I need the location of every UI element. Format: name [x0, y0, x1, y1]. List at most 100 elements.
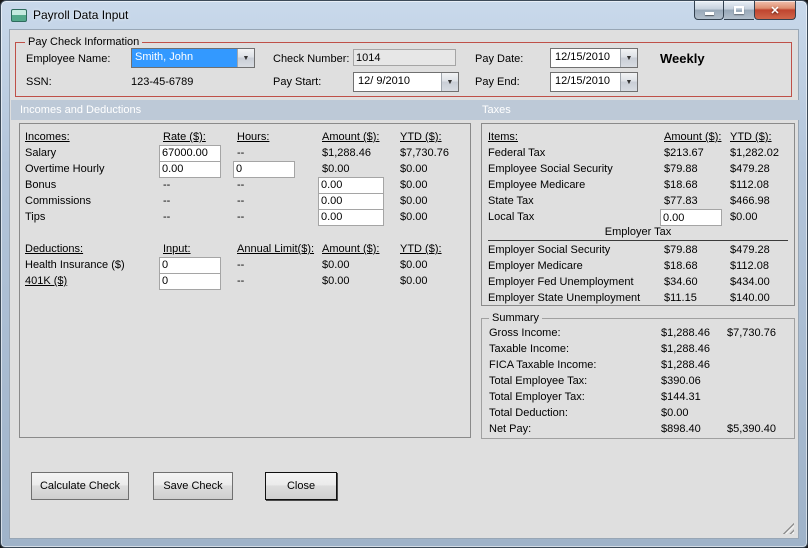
summary-row-label: FICA Taxable Income: — [489, 359, 597, 371]
pay-start-dropdown-button[interactable]: ▼ — [441, 73, 458, 91]
pay-date-picker[interactable]: 12/15/2010 ▼ — [550, 48, 638, 68]
paycheck-info-group-label: Pay Check Information — [25, 36, 143, 48]
bonus-rate: -- — [163, 179, 171, 191]
close-icon: ✕ — [770, 4, 780, 17]
maximize-button[interactable] — [724, 1, 754, 20]
overtime-rate-input[interactable] — [159, 160, 221, 178]
taxable-income-amount: $1,288.46 — [661, 343, 710, 355]
income-row-label: Overtime Hourly — [25, 163, 105, 175]
net-pay-amount: $898.40 — [661, 423, 701, 435]
save-check-button[interactable]: Save Check — [153, 472, 233, 500]
pay-end-value: 12/15/2010 — [555, 75, 611, 87]
tips-amount-input[interactable] — [318, 208, 384, 226]
deduction-row-label: Health Insurance ($) — [25, 259, 125, 271]
tax-row-label: Employee Medicare — [488, 179, 586, 191]
calculate-check-button[interactable]: Calculate Check — [31, 472, 129, 500]
bonus-amount-input[interactable] — [318, 176, 384, 194]
amount-col-header: Amount ($): — [322, 243, 380, 255]
tips-ytd: $0.00 — [400, 211, 428, 223]
employer-state-unemp-ytd: $140.00 — [730, 292, 770, 304]
pay-date-value: 12/15/2010 — [555, 51, 611, 63]
pay-start-picker[interactable]: 12/ 9/2010 ▼ — [353, 72, 459, 92]
income-row-label: Bonus — [25, 179, 57, 191]
tax-row-label: Employer State Unemployment — [488, 292, 641, 304]
overtime-ytd: $0.00 — [400, 163, 428, 175]
commissions-amount-input[interactable] — [318, 192, 384, 210]
tax-row-label: Employer Medicare — [488, 260, 583, 272]
summary-row-label: Total Employee Tax: — [489, 375, 588, 387]
salary-ytd: $7,730.76 — [400, 147, 449, 159]
overtime-amount: $0.00 — [322, 163, 350, 175]
ytd-col-header: YTD ($): — [400, 243, 442, 255]
incomes-col-header: Incomes: — [25, 131, 70, 143]
health-insurance-amount: $0.00 — [322, 259, 350, 271]
pay-frequency-badge: Weekly — [660, 51, 705, 66]
minimize-button[interactable] — [694, 1, 724, 20]
summary-row-label: Total Employer Tax: — [489, 391, 585, 403]
fica-taxable-ytd — [727, 357, 794, 373]
employee-name-dropdown-button[interactable]: ▼ — [237, 49, 254, 67]
pay-end-dropdown-button[interactable]: ▼ — [620, 73, 637, 91]
deductions-table: Deductions: Input: Annual Limit($): Amou… — [25, 241, 470, 290]
employer-medicare-ytd: $112.08 — [730, 260, 769, 272]
amount-col-header: Amount ($): — [664, 131, 722, 143]
state-tax-amount: $77.83 — [664, 195, 698, 207]
health-insurance-input[interactable] — [159, 256, 221, 274]
employer-ss-ytd: $479.28 — [730, 244, 770, 256]
title-bar[interactable]: Payroll Data Input ✕ — [1, 1, 807, 29]
salary-rate-input[interactable] — [159, 144, 221, 162]
employer-tax-divider: Employer Tax — [488, 226, 788, 241]
pay-date-dropdown-button[interactable]: ▼ — [620, 49, 637, 67]
total-deduction-ytd — [727, 405, 794, 421]
annual-limit-col-header: Annual Limit($): — [237, 243, 315, 255]
incomes-deductions-panel: Incomes: Rate ($): Hours: Amount ($): YT… — [19, 123, 471, 438]
check-number-field[interactable] — [353, 49, 456, 66]
close-dialog-button[interactable]: Close — [265, 472, 337, 500]
commissions-rate: -- — [163, 195, 171, 207]
form-client-area: Pay Check Information Employee Name: Smi… — [9, 29, 800, 539]
bonus-hours: -- — [237, 179, 245, 191]
summary-row-label: Gross Income: — [489, 327, 561, 339]
taxes-table: Items: Amount ($): YTD ($): Federal Tax … — [488, 129, 794, 306]
total-employee-tax-ytd — [727, 373, 794, 389]
employer-fed-unemp-ytd: $434.00 — [730, 276, 770, 288]
gross-income-ytd: $7,730.76 — [727, 327, 776, 339]
employee-ss-ytd: $479.28 — [730, 163, 770, 175]
tips-rate: -- — [163, 211, 171, 223]
close-button[interactable]: ✕ — [754, 1, 796, 20]
salary-amount: $1,288.46 — [322, 147, 371, 159]
chevron-down-icon: ▼ — [625, 78, 633, 86]
chevron-down-icon: ▼ — [446, 78, 454, 86]
401k-input[interactable] — [159, 272, 221, 290]
section-header-bar: Incomes and Deductions Taxes — [11, 100, 800, 120]
ssn-label: SSN: — [26, 76, 52, 88]
paycheck-info-group: Pay Check Information Employee Name: Smi… — [15, 36, 792, 97]
summary-row-label: Net Pay: — [489, 423, 532, 435]
deduction-row-label-401k[interactable]: 401K ($) — [25, 273, 163, 289]
salary-hours: -- — [237, 147, 245, 159]
overtime-hours-input[interactable] — [233, 160, 295, 178]
401k-limit: -- — [237, 275, 245, 287]
employee-medicare-amount: $18.68 — [664, 179, 698, 191]
employee-name-select[interactable]: Smith, John ▼ — [131, 48, 255, 68]
tax-row-label: Federal Tax — [488, 147, 546, 159]
chevron-down-icon: ▼ — [242, 54, 250, 62]
tax-row-label: Employer Social Security — [488, 244, 611, 256]
app-icon — [11, 9, 27, 22]
local-tax-input[interactable] — [660, 209, 722, 226]
tax-row-label: State Tax — [488, 195, 534, 207]
taxes-panel: Items: Amount ($): YTD ($): Federal Tax … — [481, 123, 795, 306]
tax-row-label: Local Tax — [488, 211, 535, 223]
resize-grip[interactable] — [782, 522, 794, 534]
payroll-window: Payroll Data Input ✕ Pay Check Informati… — [0, 0, 808, 548]
maximize-icon — [734, 6, 744, 14]
taxable-income-ytd — [727, 341, 794, 357]
income-row-label: Commissions — [25, 195, 92, 207]
pay-end-picker[interactable]: 12/15/2010 ▼ — [550, 72, 638, 92]
total-employee-tax-amount: $390.06 — [661, 375, 701, 387]
amount-col-header: Amount ($): — [322, 131, 380, 143]
ytd-col-header: YTD ($): — [400, 131, 442, 143]
401k-ytd: $0.00 — [400, 275, 428, 287]
pay-start-label: Pay Start: — [273, 76, 322, 88]
chevron-down-icon: ▼ — [625, 54, 633, 62]
